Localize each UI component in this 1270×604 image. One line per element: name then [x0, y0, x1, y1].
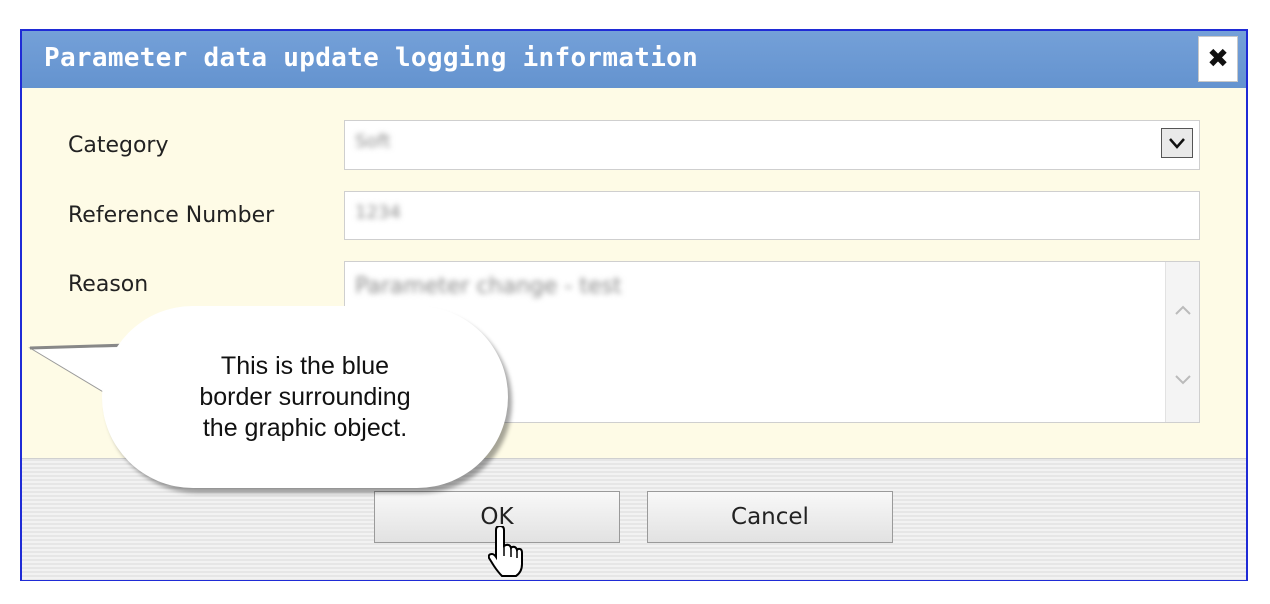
callout-line-3: the graphic object.	[202, 413, 408, 442]
callout-line-2: border surrounding	[199, 382, 411, 411]
callout-line-1: This is the blue	[220, 351, 390, 380]
callout-tail	[28, 343, 151, 421]
callout-bubble: This is the blue border surrounding the …	[102, 306, 508, 488]
hand-pointer-icon	[488, 526, 523, 577]
